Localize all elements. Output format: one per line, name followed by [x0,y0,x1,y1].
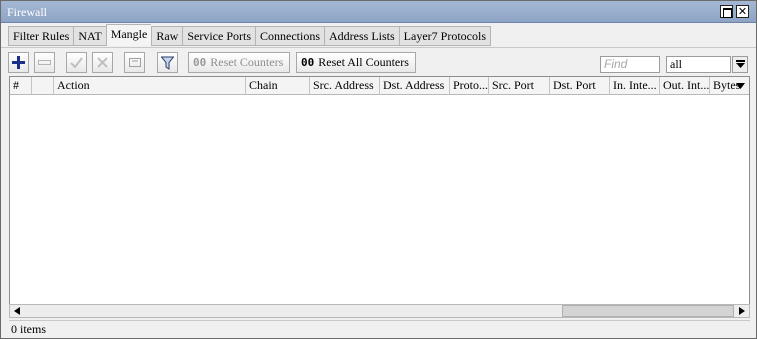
window-title: Firewall [7,5,47,19]
column-header-number[interactable]: # [10,77,32,95]
column-menu-icon [735,83,745,89]
table-header: # Action Chain Src. Address Dst. Address… [10,77,749,95]
restore-button[interactable] [720,5,733,18]
tab-connections[interactable]: Connections [255,26,324,46]
column-header-src-port[interactable]: Src. Port [489,77,550,95]
column-header-action[interactable]: Action [54,77,246,95]
title-bar[interactable]: Firewall ✕ [1,1,756,23]
column-header-chain[interactable]: Chain [246,77,310,95]
dropdown-icon [735,60,745,68]
tab-service-ports[interactable]: Service Ports [182,26,255,46]
tab-filter-rules[interactable]: Filter Rules [8,26,74,46]
close-button[interactable]: ✕ [736,5,749,18]
toolbar: 00 Reset Counters 00 Reset All Counters Fi… [1,47,756,77]
comment-icon [128,58,141,67]
filter-select-dropdown-button[interactable] [732,56,748,73]
comment-button[interactable] [124,52,145,73]
reset-counters-label: Reset Counters [210,55,284,69]
scroll-left-icon [14,307,20,315]
reset-all-counters-button[interactable]: 00 Reset All Counters [296,52,416,73]
tab-mangle[interactable]: Mangle [105,24,152,46]
find-input[interactable]: Find [600,56,660,73]
column-header-dst-address[interactable]: Dst. Address [380,77,450,95]
reset-counters-button[interactable]: 00 Reset Counters [188,52,291,73]
tab-raw[interactable]: Raw [151,26,183,46]
scroll-right-button[interactable] [735,305,749,317]
add-button[interactable] [8,52,29,73]
add-icon [12,56,25,69]
counter-icon: 00 [193,56,207,69]
horizontal-scrollbar[interactable] [9,304,750,318]
scrollbar-thumb[interactable] [562,305,734,317]
status-bar: 0 items [9,320,750,338]
tab-bar: Filter Rules NAT Mangle Raw Service Port… [8,24,491,46]
mangle-rules-table[interactable]: # Action Chain Src. Address Dst. Address… [9,76,750,305]
enable-icon [70,57,83,69]
filter-select[interactable]: all [666,56,731,73]
column-header-out-interface[interactable]: Out. Int... [660,77,710,95]
column-header-src-address[interactable]: Src. Address [310,77,380,95]
remove-icon [38,60,51,65]
tab-nat[interactable]: NAT [73,26,106,46]
column-header-protocol[interactable]: Proto... [450,77,489,95]
firewall-window: Firewall ✕ Filter Rules NAT Mangle Raw S… [0,0,757,339]
filter-button[interactable] [157,52,178,73]
scroll-right-icon [739,307,745,315]
reset-all-counters-label: Reset All Counters [318,55,409,69]
disable-icon [97,57,108,68]
remove-button[interactable] [34,52,55,73]
column-header-dst-port[interactable]: Dst. Port [550,77,610,95]
close-icon: ✕ [737,5,748,18]
enable-button[interactable] [66,52,87,73]
counter-icon: 00 [301,56,315,69]
filter-icon [161,56,174,70]
tab-address-lists[interactable]: Address Lists [324,26,399,46]
disable-button[interactable] [92,52,113,73]
column-header-flags[interactable] [32,77,54,95]
column-header-in-interface[interactable]: In. Inte... [610,77,660,95]
tab-layer7-protocols[interactable]: Layer7 Protocols [398,26,491,46]
scroll-left-button[interactable] [10,305,24,317]
column-menu-button[interactable] [733,79,747,93]
